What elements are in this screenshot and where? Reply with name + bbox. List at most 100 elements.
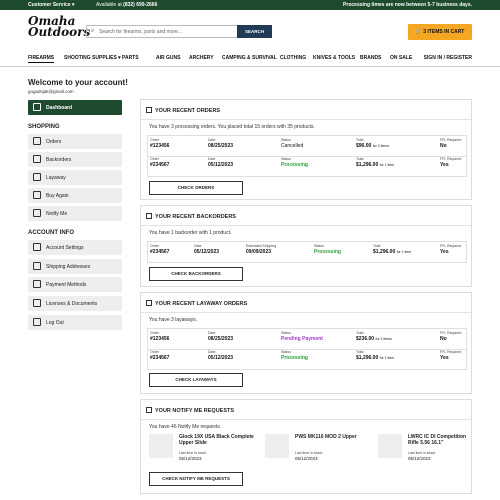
check-layaways-button[interactable]: CHECK LAYAWAYS [149, 373, 243, 387]
site-header: Omaha Outdoors ⌕ SEARCH 🛒 3 ITEMS IN CAR… [0, 10, 500, 52]
nav-knives-tools[interactable]: KNIVES & TOOLS [313, 55, 355, 61]
sidebar-heading-account: ACCOUNT INFO [28, 230, 74, 236]
cart-button[interactable]: 🛒 3 ITEMS IN CART [408, 24, 472, 40]
ffl-label: FFL Required [440, 138, 462, 142]
credit-card-icon [33, 280, 41, 288]
order-date: 05/12/2023 [194, 249, 220, 255]
sidebar-item-dashboard[interactable]: Dashboard [28, 100, 122, 115]
ffl-value: Yes [440, 162, 449, 168]
sidebar-item-account-settings[interactable]: Account Settings [28, 240, 122, 255]
notify-product[interactable]: LWRC IC DI Competition Rifle 5.56 16.1" … [378, 434, 488, 468]
sidebar-item-label: Account Settings [46, 245, 84, 251]
notify-summary: You have 46 Notify Me requests. [149, 424, 222, 430]
sidebar-item-shipping-addresses[interactable]: Shipping Addresses [28, 259, 122, 274]
check-notify-button[interactable]: CHECK NOTIFY ME REQUESTS [149, 472, 243, 486]
check-backorders-button[interactable]: CHECK BACKORDERS [149, 267, 243, 281]
table-row[interactable]: Order #234567 Date 05/12/2023 Status Proces… [147, 155, 467, 177]
search-button[interactable]: SEARCH [237, 25, 272, 38]
stock-label: Last time in stock: [408, 451, 437, 455]
recent-layaways-card: YOUR RECENT LAYAWAY ORDERS You have 3 la… [140, 292, 472, 394]
nav-archery[interactable]: ARCHERY [189, 55, 214, 61]
nav-clothing[interactable]: CLOTHING [280, 55, 306, 61]
bell-icon [33, 209, 41, 217]
order-date: 08/25/2023 [208, 336, 234, 342]
table-row[interactable]: Order #123456 Date 08/25/2023 Status Pendin… [147, 328, 467, 350]
sidebar-item-layaway[interactable]: Layaway [28, 170, 122, 185]
order-total: $96.00 for 2 items [356, 143, 390, 149]
product-image[interactable] [265, 434, 289, 458]
bell-icon [146, 407, 152, 413]
sidebar-heading-shopping: SHOPPING [28, 124, 60, 130]
estimated-shipping: 09/09/2023 [246, 249, 272, 255]
sidebar-item-payment-methods[interactable]: Payment Methods [28, 277, 122, 292]
product-name[interactable]: LWRC IC DI Competition Rifle 5.56 16.1" [408, 434, 472, 446]
customer-service-menu[interactable]: Customer Service ▾ [28, 2, 74, 8]
product-image[interactable] [378, 434, 402, 458]
recent-backorders-card: YOUR RECENT BACKORDERS You have 1 backor… [140, 205, 472, 287]
hourglass-icon [146, 213, 152, 219]
order-total: $1,296.00 for 1 item [356, 355, 395, 361]
nav-parts[interactable]: PARTS [122, 55, 139, 61]
ffl-value: Yes [440, 249, 449, 255]
stock-date: 05/12/2023 [295, 456, 318, 461]
status-label: Status [281, 138, 291, 142]
sidebar-item-buy-again[interactable]: Buy Again [28, 188, 122, 203]
sidebar-item-label: Backorders [46, 157, 72, 163]
table-row[interactable]: Order #234567 Date 05/12/2023 Estimated Sh… [147, 241, 467, 263]
nav-shooting-supplies[interactable]: SHOOTING SUPPLIES ▾ [64, 55, 121, 61]
stock-label: Last time in stock: [179, 451, 208, 455]
nav-firearms[interactable]: FIREARMS [28, 55, 55, 63]
backorders-summary: You have 1 backorder with 1 product. [149, 230, 232, 236]
ffl-value: No [440, 143, 447, 149]
settings-icon [33, 243, 41, 251]
logout-icon [33, 318, 41, 326]
total-label: Total [356, 138, 364, 142]
hourglass-icon [33, 155, 41, 163]
date-label: Date [208, 138, 216, 142]
order-number[interactable]: #234567 [150, 249, 169, 255]
table-row[interactable]: Order #234567 Date 05/12/2023 Status Proces… [147, 348, 467, 370]
card-divider [141, 312, 471, 313]
order-total: $1,296.00 for 1 item [356, 162, 395, 168]
page-title: Welcome to your account! [28, 78, 128, 87]
order-label: Order [150, 138, 159, 142]
card-title: YOUR RECENT BACKORDERS [146, 213, 236, 220]
sidebar-item-label: Dashboard [46, 105, 73, 111]
product-image[interactable] [149, 434, 173, 458]
stock-date: 05/12/2023 [408, 456, 431, 461]
notify-product[interactable]: PWS MK116 MOD 2 Upper Last time in stock… [265, 434, 375, 468]
nav-camping-survival[interactable]: CAMPING & SURVIVAL [222, 55, 277, 61]
nav-signin[interactable]: SIGN IN / REGISTER [424, 55, 472, 61]
card-divider [141, 225, 471, 226]
table-row[interactable]: Order #123456 Date 08/25/2023 Status Cancel… [147, 135, 467, 157]
stock-label: Last time in stock: [295, 451, 324, 455]
card-title: YOUR RECENT LAYAWAY ORDERS [146, 300, 247, 307]
order-number[interactable]: #234567 [150, 162, 169, 168]
order-number[interactable]: #234567 [150, 355, 169, 361]
order-total: $236.00 for 2 items [356, 336, 392, 342]
order-date: 05/12/2023 [208, 355, 234, 361]
nav-on-sale[interactable]: ON SALE [390, 55, 412, 61]
sidebar-item-orders[interactable]: Orders [28, 134, 122, 149]
phone-number[interactable]: (832) 699-2666 [123, 2, 157, 8]
nav-air-guns[interactable]: AIR GUNS [156, 55, 180, 61]
order-number[interactable]: #123456 [150, 143, 169, 149]
nav-divider [0, 66, 500, 67]
sidebar-item-backorders[interactable]: Backorders [28, 152, 122, 167]
order-date: 08/25/2023 [208, 143, 234, 149]
ffl-value: Yes [440, 355, 449, 361]
nav-brands[interactable]: BRANDS [360, 55, 381, 61]
sidebar-item-notify-me[interactable]: Notify Me [28, 206, 122, 221]
notify-product[interactable]: Glock 19X USA Black Complete Upper Slide… [149, 434, 259, 468]
top-bar: Customer Service ▾ Available at (832) 69… [0, 0, 500, 10]
search-input[interactable] [99, 27, 235, 36]
sidebar-item-licenses-documents[interactable]: Licenses & Documents [28, 296, 122, 311]
sidebar-item-label: Notify Me [46, 211, 68, 217]
product-name[interactable]: Glock 19X USA Black Complete Upper Slide [179, 434, 259, 446]
layaway-icon [33, 173, 41, 181]
sidebar-item-log-out[interactable]: Log Out [28, 315, 122, 330]
check-orders-button[interactable]: CHECK ORDERS [149, 181, 243, 195]
order-number[interactable]: #123456 [150, 336, 169, 342]
site-logo[interactable]: Omaha Outdoors [28, 15, 90, 46]
product-name[interactable]: PWS MK116 MOD 2 Upper [295, 434, 375, 440]
